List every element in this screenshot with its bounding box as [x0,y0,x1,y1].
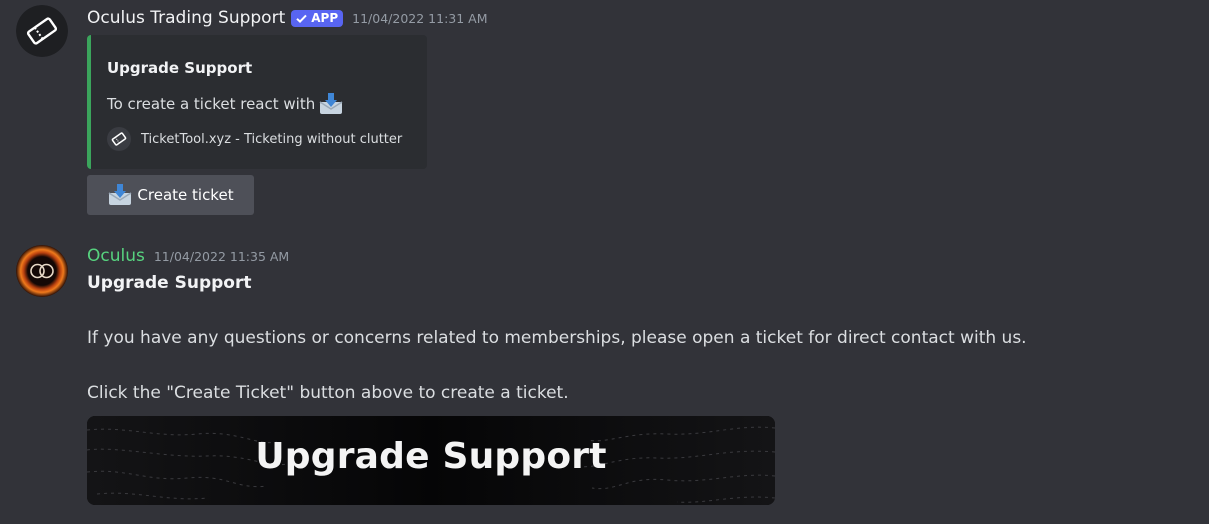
timestamp[interactable]: 11/04/2022 11:31 AM [352,11,487,26]
embed-footer-text: TicketTool.xyz - Ticketing without clutt… [141,131,403,147]
oculus-avatar[interactable] [16,245,68,297]
username[interactable]: Oculus Trading Support [87,8,285,28]
embed-description-text: To create a ticket react with [107,95,316,113]
embed: Upgrade Support To create a ticket react… [87,35,427,169]
message-text-line-2: Click the "Create Ticket" button above t… [87,383,569,403]
username[interactable]: Oculus [87,246,145,266]
embed-footer: TicketTool.xyz - Ticketing without clutt… [107,127,402,151]
ticket-tool-avatar[interactable] [16,5,68,57]
app-badge-label: APP [311,11,339,25]
embed-title: Upgrade Support [107,59,253,77]
inbox-tray-icon [319,93,343,114]
checkmark-icon [296,14,307,23]
create-ticket-button[interactable]: Create ticket [87,175,254,215]
embed-description: To create a ticket react with [107,92,344,116]
banner-title: Upgrade Support [255,436,607,477]
timestamp[interactable]: 11/04/2022 11:35 AM [154,249,289,264]
upgrade-support-banner-image[interactable]: Upgrade Support [87,416,775,505]
ticket-icon [107,127,131,151]
message-bold-heading: Upgrade Support [87,273,252,293]
message-text-line-1: If you have any questions or concerns re… [87,328,1027,348]
app-badge: APP [291,9,344,27]
create-ticket-label: Create ticket [137,186,234,204]
inbox-tray-icon [109,184,132,205]
